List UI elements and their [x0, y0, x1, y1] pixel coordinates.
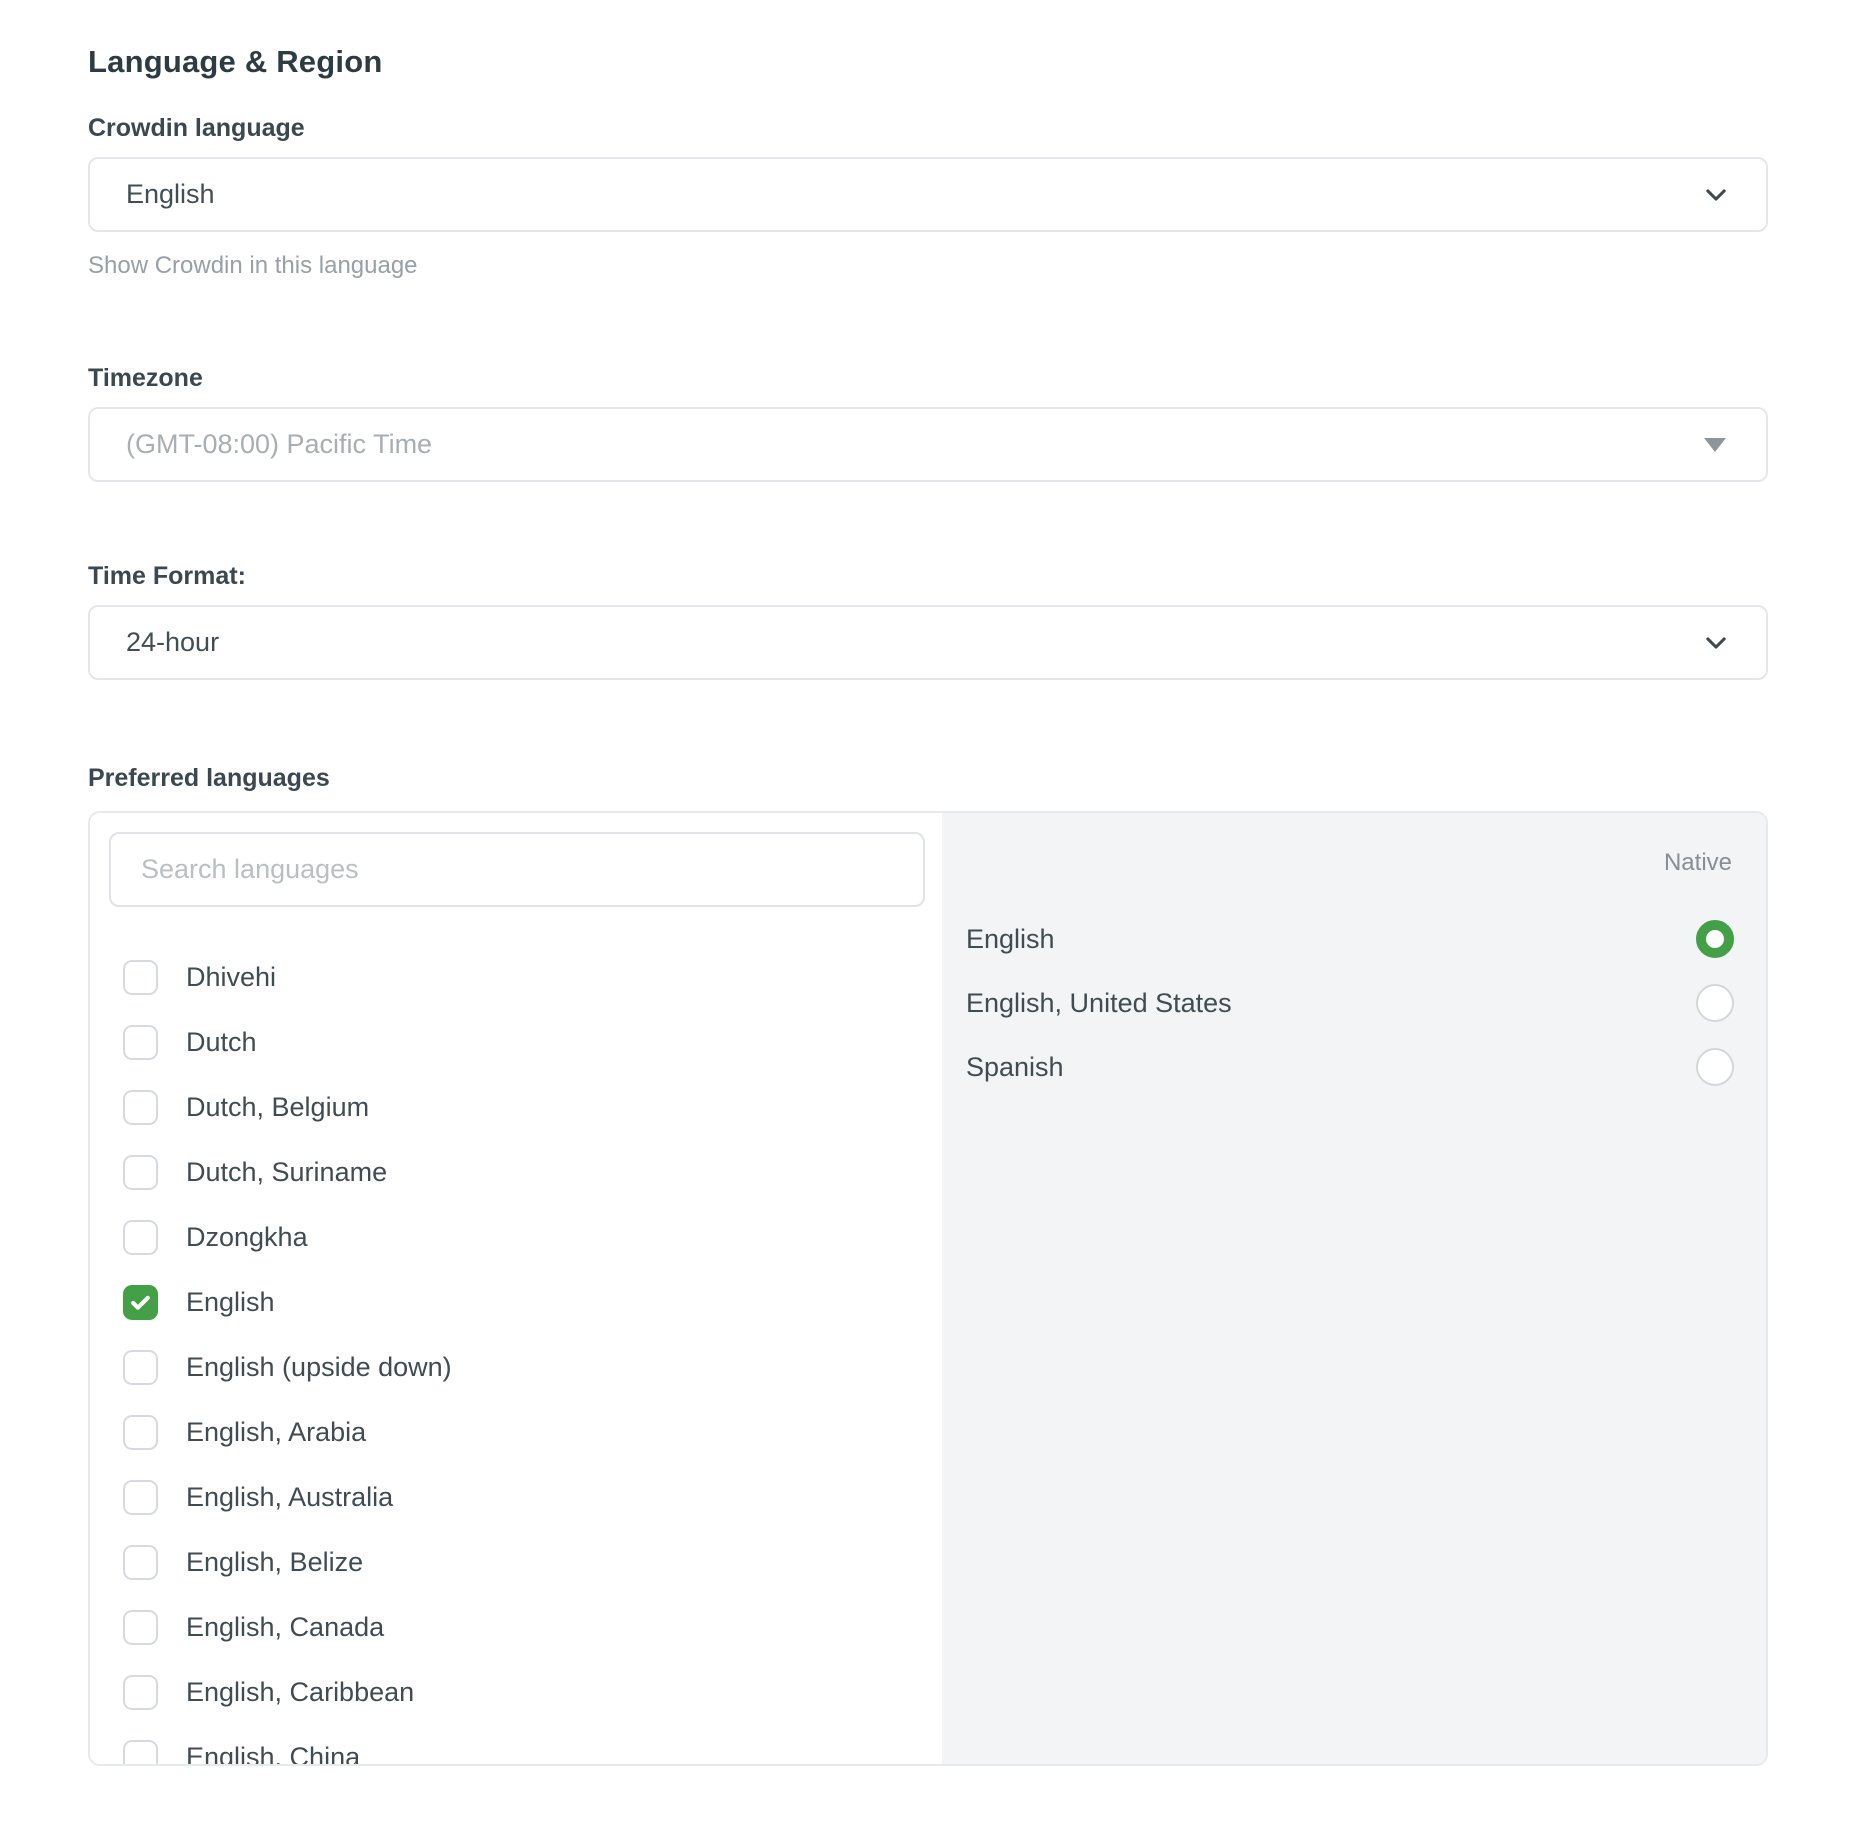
- language-option-label: English, Caribbean: [186, 1677, 414, 1708]
- language-option-row[interactable]: Dhivehi: [109, 945, 942, 1010]
- search-languages-input[interactable]: [109, 832, 925, 907]
- time-format-value: 24-hour: [126, 627, 1702, 658]
- language-option-row[interactable]: Dutch, Belgium: [109, 1075, 942, 1140]
- check-icon: [128, 1290, 153, 1315]
- crowdin-language-field: Crowdin language English Show Crowdin in…: [88, 114, 1768, 280]
- language-option-row[interactable]: English, Caribbean: [109, 1660, 942, 1725]
- language-option-label: English: [186, 1287, 275, 1318]
- checkbox-unchecked[interactable]: [123, 1220, 158, 1255]
- language-option-label: Dutch, Suriname: [186, 1157, 387, 1188]
- chevron-down-icon: [1702, 181, 1730, 209]
- native-language-row[interactable]: English, United States: [966, 971, 1734, 1035]
- preferred-languages-panel: Dhivehi Dutch Dutch, Belgium Dutch, Surinam…: [88, 811, 1768, 1766]
- crowdin-language-label: Crowdin language: [88, 114, 1768, 143]
- language-option-row[interactable]: English, Canada: [109, 1595, 942, 1660]
- native-language-row[interactable]: Spanish: [966, 1035, 1734, 1099]
- timezone-select[interactable]: (GMT-08:00) Pacific Time: [88, 407, 1768, 482]
- checkbox-unchecked[interactable]: [123, 1740, 158, 1764]
- checkbox-unchecked[interactable]: [123, 1480, 158, 1515]
- language-option-label: Dutch, Belgium: [186, 1092, 369, 1123]
- time-format-select[interactable]: 24-hour: [88, 605, 1768, 680]
- language-option-row[interactable]: English, Belize: [109, 1530, 942, 1595]
- language-checkbox-list: Dhivehi Dutch Dutch, Belgium Dutch, Surinam…: [109, 945, 942, 1764]
- language-option-row[interactable]: Dutch, Suriname: [109, 1140, 942, 1205]
- checkbox-unchecked[interactable]: [123, 960, 158, 995]
- language-option-label: English, Arabia: [186, 1417, 366, 1448]
- language-option-row[interactable]: English, Arabia: [109, 1400, 942, 1465]
- radio-unselected[interactable]: [1696, 1048, 1734, 1086]
- language-option-row[interactable]: English, Australia: [109, 1465, 942, 1530]
- language-option-label: Dzongkha: [186, 1222, 308, 1253]
- timezone-value: (GMT-08:00) Pacific Time: [126, 429, 1704, 460]
- native-language-label: Spanish: [966, 1052, 1696, 1083]
- native-language-row[interactable]: English: [966, 907, 1734, 971]
- crowdin-language-help: Show Crowdin in this language: [88, 252, 1768, 280]
- language-option-label: Dutch: [186, 1027, 257, 1058]
- native-language-label: English, United States: [966, 988, 1696, 1019]
- native-language-list: English English, United States Spanish: [966, 907, 1734, 1099]
- crowdin-language-value: English: [126, 179, 1702, 210]
- language-option-row[interactable]: English: [109, 1270, 942, 1335]
- chevron-down-icon: [1702, 629, 1730, 657]
- checkbox-unchecked[interactable]: [123, 1545, 158, 1580]
- timezone-label: Timezone: [88, 364, 1768, 393]
- checkbox-unchecked[interactable]: [123, 1155, 158, 1190]
- checkbox-unchecked[interactable]: [123, 1025, 158, 1060]
- language-option-row[interactable]: English, China: [109, 1725, 942, 1764]
- language-option-row[interactable]: Dutch: [109, 1010, 942, 1075]
- checkbox-unchecked[interactable]: [123, 1415, 158, 1450]
- language-option-row[interactable]: Dzongkha: [109, 1205, 942, 1270]
- language-region-settings-page: Language & Region Crowdin language Engli…: [88, 0, 1768, 1766]
- preferred-languages-label: Preferred languages: [88, 764, 1768, 793]
- language-option-label: English, China: [186, 1742, 360, 1764]
- language-option-label: English, Belize: [186, 1547, 363, 1578]
- language-option-row[interactable]: English (upside down): [109, 1335, 942, 1400]
- radio-selected[interactable]: [1696, 920, 1734, 958]
- selected-languages-pane: Native English English, United States Span…: [942, 813, 1766, 1764]
- language-picker-pane: Dhivehi Dutch Dutch, Belgium Dutch, Surinam…: [90, 813, 942, 1764]
- language-option-label: English, Australia: [186, 1482, 393, 1513]
- native-language-label: English: [966, 924, 1696, 955]
- checkbox-unchecked[interactable]: [123, 1610, 158, 1645]
- time-format-label: Time Format:: [88, 562, 1768, 591]
- timezone-field: Timezone (GMT-08:00) Pacific Time: [88, 364, 1768, 482]
- crowdin-language-select[interactable]: English: [88, 157, 1768, 232]
- native-column-header: Native: [966, 849, 1734, 877]
- preferred-languages-field: Preferred languages Dhivehi Dutch Dutch, B…: [88, 764, 1768, 1766]
- time-format-field: Time Format: 24-hour: [88, 562, 1768, 680]
- radio-unselected[interactable]: [1696, 984, 1734, 1022]
- language-option-label: English (upside down): [186, 1352, 452, 1383]
- checkbox-checked[interactable]: [123, 1285, 158, 1320]
- caret-down-icon: [1704, 438, 1726, 452]
- checkbox-unchecked[interactable]: [123, 1675, 158, 1710]
- page-title: Language & Region: [88, 44, 1768, 80]
- checkbox-unchecked[interactable]: [123, 1090, 158, 1125]
- checkbox-unchecked[interactable]: [123, 1350, 158, 1385]
- language-option-label: English, Canada: [186, 1612, 384, 1643]
- language-option-label: Dhivehi: [186, 962, 276, 993]
